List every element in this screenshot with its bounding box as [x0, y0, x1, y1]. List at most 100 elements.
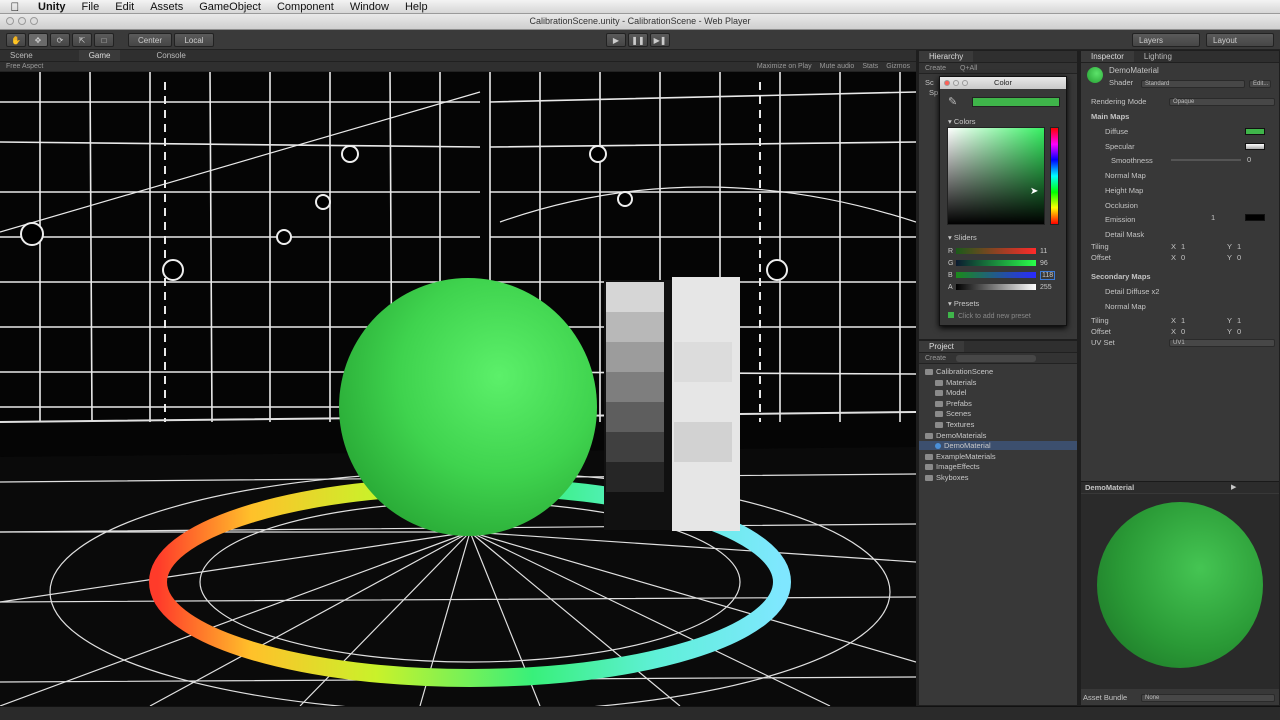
project-tree-item[interactable]: ExampleMaterials: [925, 452, 996, 461]
smoothness-slider[interactable]: [1171, 159, 1241, 161]
hierarchy-tab-row: Hierarchy: [919, 51, 1077, 63]
map-slot[interactable]: Detail Mask: [1105, 229, 1279, 240]
color-picker-minimize-button[interactable]: [953, 80, 959, 86]
project-tree-item[interactable]: Skyboxes: [925, 473, 969, 482]
tab-console[interactable]: Console: [146, 50, 195, 61]
slider-a-label: A: [948, 283, 953, 291]
project-tree-item[interactable]: ImageEffects: [925, 462, 980, 471]
slider-g[interactable]: [956, 260, 1036, 266]
layers-dropdown[interactable]: Layers: [1132, 33, 1200, 47]
project-tree-item[interactable]: Materials: [935, 378, 976, 387]
presets-section-label[interactable]: ▾ Presets: [948, 299, 979, 308]
project-tree-item[interactable]: CalibrationScene: [925, 367, 993, 376]
folder-icon: [925, 464, 933, 471]
slider-b-label: B: [948, 271, 953, 279]
project-tree-item[interactable]: Scenes: [935, 409, 971, 418]
rotate-tool-icon[interactable]: ⟳: [50, 33, 70, 47]
stats-toggle[interactable]: Stats: [862, 63, 878, 70]
add-preset-button[interactable]: Click to add new preset: [948, 312, 1031, 320]
map-slot[interactable]: Occlusion: [1105, 200, 1279, 211]
slider-b-value[interactable]: 118: [1040, 270, 1056, 280]
menu-component[interactable]: Component: [269, 1, 342, 13]
preview-header: DemoMaterial ▶: [1081, 481, 1279, 493]
preview-play-icon[interactable]: ▶: [1231, 483, 1236, 491]
material-name: DemoMaterial: [1109, 66, 1159, 75]
project-create-button[interactable]: Create: [925, 355, 946, 362]
layout-dropdown[interactable]: Layout: [1206, 33, 1274, 47]
sliders-section-label[interactable]: ▾ Sliders: [948, 233, 977, 242]
rendering-mode-dropdown[interactable]: Opaque: [1169, 98, 1275, 106]
tab-project[interactable]: Project: [919, 341, 964, 352]
map-slot[interactable]: Height Map: [1105, 185, 1279, 196]
saturation-value-field[interactable]: ➤: [947, 127, 1045, 225]
scale-tool-icon[interactable]: ⇱: [72, 33, 92, 47]
pivot-center-button[interactable]: Center: [128, 33, 172, 47]
project-tree-item[interactable]: DemoMaterials: [925, 431, 986, 440]
diffuse-color-swatch[interactable]: [1245, 128, 1265, 135]
slider-r-value[interactable]: 11: [1040, 248, 1047, 255]
slider-a-value[interactable]: 255: [1040, 284, 1052, 291]
offset-y-field[interactable]: 0: [1237, 252, 1279, 263]
slider-b[interactable]: [956, 272, 1036, 278]
hue-slider[interactable]: [1050, 127, 1059, 225]
game-view[interactable]: [0, 62, 916, 706]
menu-file[interactable]: File: [74, 1, 108, 13]
menu-window[interactable]: Window: [342, 1, 397, 13]
shader-dropdown[interactable]: Standard: [1141, 80, 1245, 88]
folder-icon: [935, 379, 943, 386]
mute-audio-toggle[interactable]: Mute audio: [820, 63, 855, 70]
eyedropper-icon[interactable]: ✎: [948, 95, 957, 108]
slider-g-value[interactable]: 96: [1040, 260, 1048, 267]
tab-game[interactable]: Game: [78, 50, 121, 61]
rect-tool-icon[interactable]: □: [94, 33, 114, 47]
tiling-y-field[interactable]: 1: [1237, 315, 1279, 326]
folder-icon: [925, 369, 933, 376]
tab-scene[interactable]: Scene: [0, 50, 43, 61]
smoothness-value[interactable]: 0: [1247, 154, 1279, 165]
apple-icon[interactable]: : [0, 0, 30, 14]
maximize-on-play-toggle[interactable]: Maximize on Play: [757, 63, 812, 70]
pivot-local-button[interactable]: Local: [174, 33, 214, 47]
calibration-scene-render: [0, 62, 916, 706]
menu-assets[interactable]: Assets: [142, 1, 191, 13]
project-tree-item[interactable]: Prefabs: [935, 399, 972, 408]
offset-y-field[interactable]: 0: [1237, 326, 1279, 337]
specular-color-swatch[interactable]: [1245, 143, 1265, 150]
menu-help[interactable]: Help: [397, 1, 436, 13]
asset-bundle-dropdown[interactable]: None: [1141, 694, 1275, 702]
secondary-normal-map-slot[interactable]: Normal Map: [1105, 301, 1279, 312]
menu-edit[interactable]: Edit: [107, 1, 142, 13]
shader-edit-button[interactable]: Edit...: [1249, 80, 1271, 88]
slider-r[interactable]: [956, 248, 1036, 254]
color-picker-titlebar: Color: [940, 77, 1066, 89]
aspect-dropdown[interactable]: Free Aspect: [6, 63, 43, 70]
colors-section-label[interactable]: ▾ Colors: [948, 117, 976, 126]
folder-icon: [925, 475, 933, 482]
menu-app[interactable]: Unity: [30, 1, 74, 13]
map-slot[interactable]: Normal Map: [1105, 170, 1279, 181]
tiling-y-field[interactable]: 1: [1237, 241, 1279, 252]
menu-gameobject[interactable]: GameObject: [191, 1, 269, 13]
color-picker-zoom-button[interactable]: [962, 80, 968, 86]
project-search-input[interactable]: [956, 354, 1037, 362]
tab-lighting[interactable]: Lighting: [1134, 51, 1182, 62]
move-tool-icon[interactable]: ✥: [28, 33, 48, 47]
project-tree-item[interactable]: Model: [935, 388, 966, 397]
hierarchy-create-button[interactable]: Create: [925, 65, 946, 72]
hand-tool-icon[interactable]: ✋: [6, 33, 26, 47]
play-button[interactable]: ▶: [606, 33, 626, 47]
detail-diffuse-slot[interactable]: Detail Diffuse x2: [1105, 286, 1279, 297]
project-tree-item[interactable]: Textures: [935, 420, 974, 429]
slider-a[interactable]: [956, 284, 1036, 290]
material-preview[interactable]: [1081, 494, 1279, 689]
emission-color-swatch[interactable]: [1245, 214, 1265, 221]
color-picker-close-button[interactable]: [944, 80, 950, 86]
step-button[interactable]: ▶❚: [650, 33, 670, 47]
uv-set-dropdown[interactable]: UV1: [1169, 339, 1275, 347]
tab-inspector[interactable]: Inspector: [1081, 51, 1134, 62]
tab-hierarchy[interactable]: Hierarchy: [919, 51, 974, 62]
pause-button[interactable]: ❚❚: [628, 33, 648, 47]
hierarchy-search[interactable]: Q+All: [960, 65, 977, 72]
gizmos-toggle[interactable]: Gizmos: [886, 63, 910, 70]
project-tree-item[interactable]: DemoMaterial: [919, 441, 1077, 451]
